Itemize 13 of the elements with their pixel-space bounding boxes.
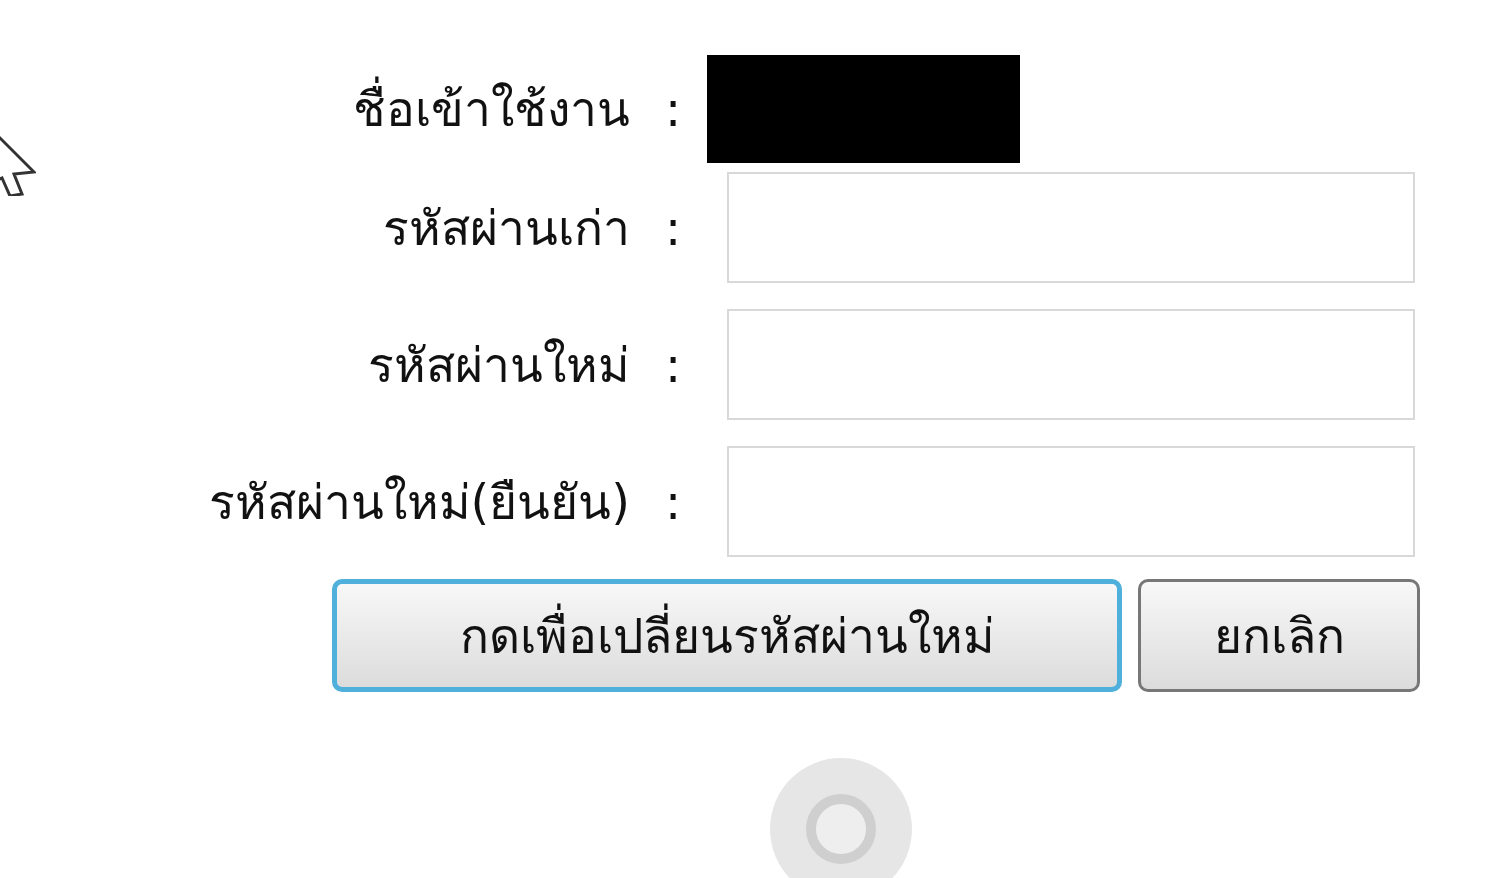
- colon: :: [664, 472, 683, 532]
- colon: :: [664, 335, 683, 395]
- field-label: รหัสผ่านเก่า: [382, 198, 630, 258]
- field-label: ชื่อเข้าใช้งาน: [0, 73, 630, 145]
- colon: :: [664, 198, 683, 258]
- colon: :: [664, 80, 683, 139]
- cancel-button[interactable]: ยกเลิก: [1138, 579, 1420, 692]
- password-field[interactable]: [727, 309, 1415, 420]
- password-field[interactable]: [727, 172, 1415, 283]
- field-label: รหัสผ่านใหม่(ยืนยัน): [207, 472, 630, 532]
- field-label: รหัสผ่านใหม่: [367, 335, 630, 395]
- change-password-button[interactable]: กดเพื่อเปลี่ยนรหัสผ่านใหม่: [332, 579, 1122, 692]
- password-field[interactable]: [727, 446, 1415, 557]
